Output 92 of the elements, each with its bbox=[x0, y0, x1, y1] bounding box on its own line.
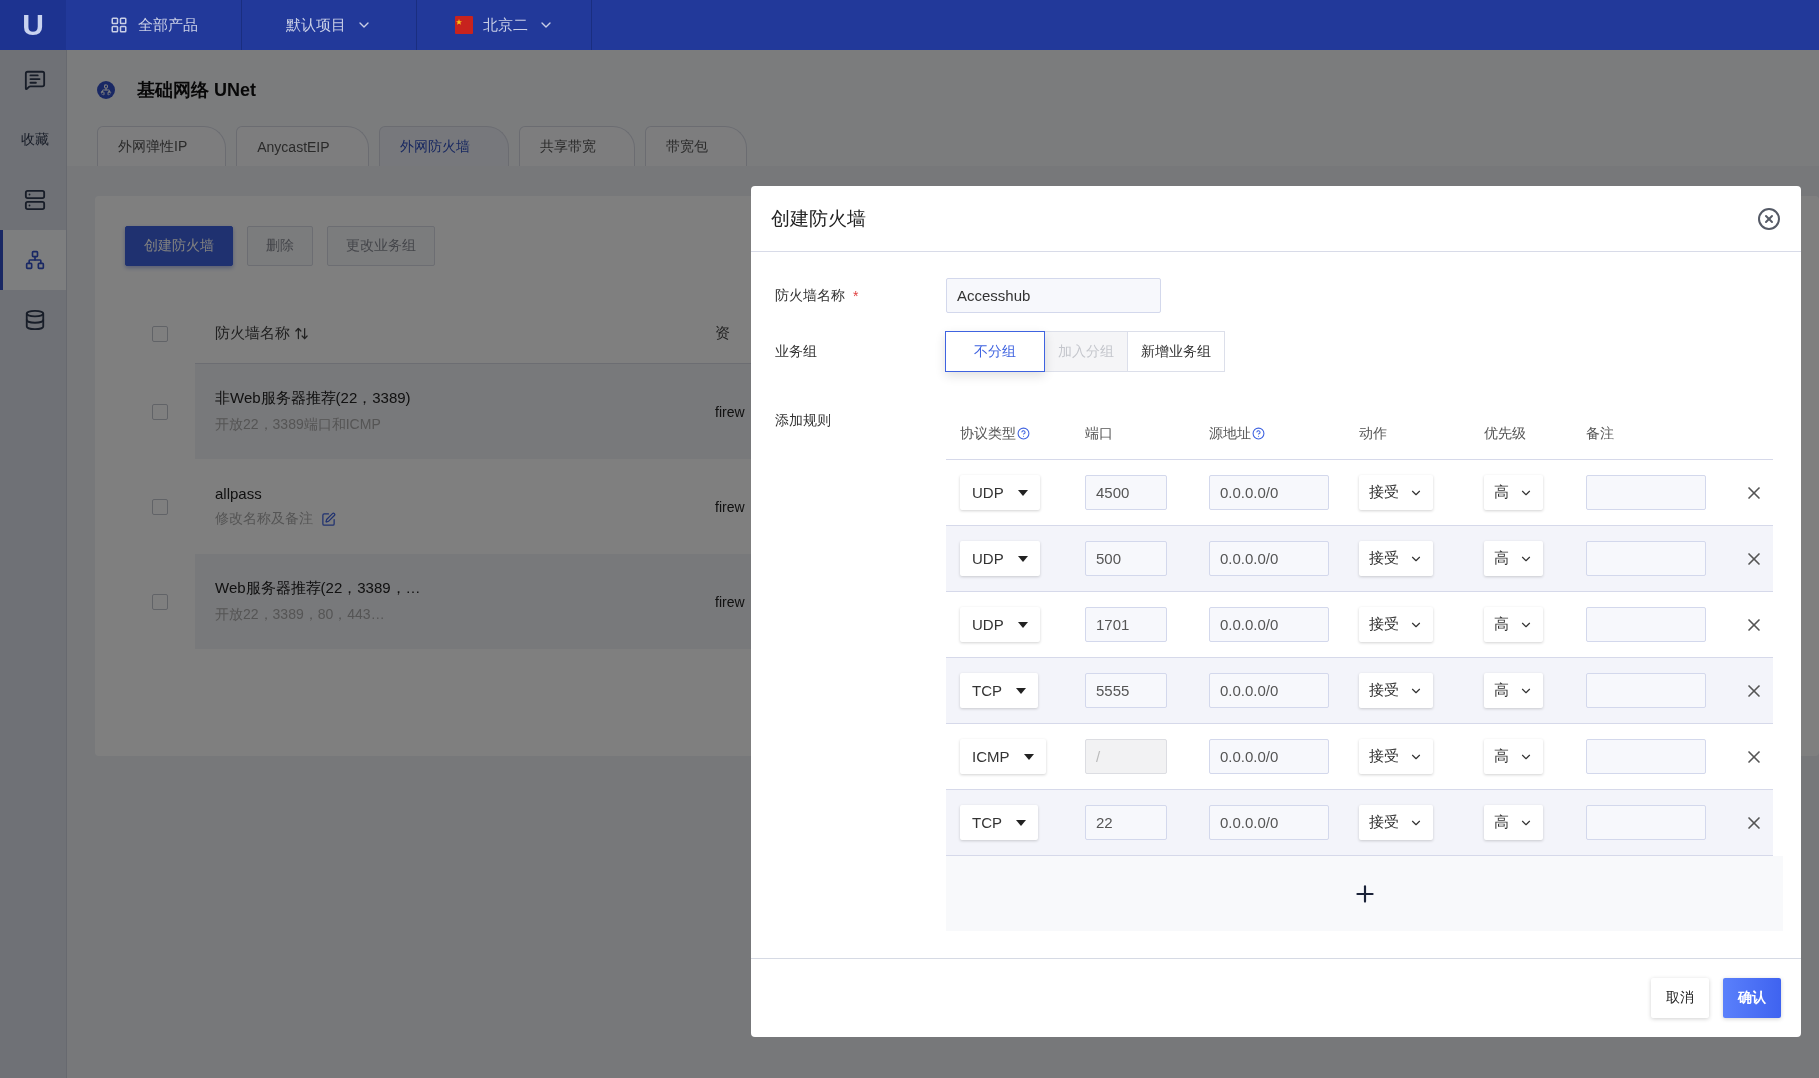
source-input[interactable]: 0.0.0.0/0 bbox=[1209, 805, 1329, 840]
caret-down-icon bbox=[1016, 687, 1026, 694]
network-icon bbox=[24, 250, 45, 270]
column-header: 资 bbox=[715, 324, 730, 343]
note-input[interactable] bbox=[1586, 475, 1706, 510]
help-icon[interactable] bbox=[1252, 427, 1265, 440]
priority-select[interactable]: 高 bbox=[1484, 673, 1543, 708]
firewall-name: 非Web服务器推荐(22，3389) bbox=[215, 389, 412, 408]
action-select[interactable]: 接受 bbox=[1359, 541, 1433, 576]
source-input[interactable]: 0.0.0.0/0 bbox=[1209, 607, 1329, 642]
column-header: 动作 bbox=[1359, 424, 1387, 443]
dialog-button[interactable]: 确认 bbox=[1723, 978, 1781, 1018]
protocol-select[interactable]: UDP bbox=[960, 475, 1040, 510]
column-header: 源地址 bbox=[1209, 424, 1251, 443]
protocol-select[interactable]: UDP bbox=[960, 607, 1040, 642]
field-label: 添加规则 bbox=[775, 411, 832, 430]
note-input[interactable] bbox=[1586, 805, 1706, 840]
tab[interactable]: 带宽包 bbox=[644, 126, 747, 166]
column-header: 优先级 bbox=[1484, 424, 1526, 443]
nav-label: 全部产品 bbox=[137, 15, 198, 35]
action-select[interactable]: 接受 bbox=[1359, 475, 1433, 510]
source-input[interactable]: 0.0.0.0/0 bbox=[1209, 541, 1329, 576]
action-select[interactable]: 接受 bbox=[1359, 739, 1433, 774]
action-select[interactable]: 接受 bbox=[1359, 805, 1433, 840]
note-input[interactable] bbox=[1586, 607, 1706, 642]
tab[interactable]: 外网弹性IP bbox=[97, 126, 227, 166]
priority-select[interactable]: 高 bbox=[1484, 475, 1543, 510]
logo[interactable]: U bbox=[0, 0, 66, 50]
checkbox[interactable] bbox=[152, 403, 168, 420]
protocol-select[interactable]: TCP bbox=[960, 673, 1038, 708]
caret-down-icon bbox=[1023, 753, 1034, 760]
column-header: 协议类型 bbox=[960, 424, 1016, 443]
protocol-select[interactable]: UDP bbox=[960, 541, 1040, 576]
port-input[interactable]: 4500 bbox=[1085, 475, 1167, 510]
priority-select[interactable]: 高 bbox=[1484, 739, 1543, 774]
table-cell: firew bbox=[715, 498, 745, 515]
caret-down-icon bbox=[1017, 555, 1028, 562]
column-header: 端口 bbox=[1085, 424, 1113, 443]
source-input[interactable]: 0.0.0.0/0 bbox=[1209, 739, 1329, 774]
priority-select[interactable]: 高 bbox=[1484, 541, 1543, 576]
checkbox[interactable] bbox=[152, 593, 168, 610]
table-cell: firew bbox=[715, 403, 745, 420]
protocol-select[interactable]: ICMP bbox=[960, 739, 1046, 774]
protocol-select[interactable]: TCP bbox=[960, 805, 1038, 840]
network-icon bbox=[97, 81, 115, 99]
flag-icon bbox=[454, 16, 473, 34]
field-label: 防火墙名称 bbox=[775, 286, 845, 305]
tab[interactable]: 共享带宽 bbox=[518, 126, 635, 166]
sidebar-item[interactable]: 收藏 bbox=[0, 110, 66, 170]
checkbox[interactable] bbox=[152, 325, 168, 342]
required-mark: * bbox=[853, 287, 859, 304]
edit-icon[interactable] bbox=[321, 511, 336, 527]
sort-icon[interactable] bbox=[294, 326, 309, 341]
priority-select[interactable]: 高 bbox=[1484, 805, 1543, 840]
caret-down-icon bbox=[1017, 621, 1028, 628]
priority-select[interactable]: 高 bbox=[1484, 607, 1543, 642]
server-list-icon bbox=[23, 189, 46, 211]
help-icon[interactable] bbox=[1017, 427, 1030, 440]
column-header: 备注 bbox=[1586, 424, 1614, 443]
action-select[interactable]: 接受 bbox=[1359, 673, 1433, 708]
note-input[interactable] bbox=[1586, 673, 1706, 708]
source-input[interactable]: 0.0.0.0/0 bbox=[1209, 475, 1329, 510]
name-input[interactable]: Accesshub bbox=[946, 278, 1161, 313]
caret-down-icon bbox=[1016, 819, 1026, 826]
firewall-name: allpass bbox=[215, 485, 263, 502]
firewall-name: Web服务器推荐(22，3389，… bbox=[215, 579, 422, 598]
column-header: 防火墙名称 bbox=[215, 324, 290, 343]
group-option[interactable]: 新增业务组 bbox=[1127, 331, 1225, 372]
nav-label: 默认项目 bbox=[286, 15, 346, 35]
grid-icon bbox=[109, 16, 128, 34]
tab[interactable]: AnycastEIP bbox=[236, 126, 369, 166]
port-input[interactable]: 22 bbox=[1085, 805, 1167, 840]
group-option[interactable]: 不分组 bbox=[945, 331, 1045, 372]
database-icon bbox=[23, 309, 46, 331]
action-select[interactable]: 接受 bbox=[1359, 607, 1433, 642]
table-cell: firew bbox=[715, 593, 745, 610]
port-input[interactable]: 5555 bbox=[1085, 673, 1167, 708]
checkbox[interactable] bbox=[152, 498, 168, 515]
sidebar-item[interactable] bbox=[0, 230, 66, 290]
source-input[interactable]: 0.0.0.0/0 bbox=[1209, 673, 1329, 708]
close-icon[interactable] bbox=[1757, 206, 1781, 231]
nav-label: 北京二 bbox=[482, 15, 528, 35]
field-label: 业务组 bbox=[775, 342, 817, 361]
note-input[interactable] bbox=[1586, 739, 1706, 774]
port-input[interactable]: 500 bbox=[1085, 541, 1167, 576]
message-icon bbox=[23, 69, 46, 91]
port-input[interactable]: 1701 bbox=[1085, 607, 1167, 642]
dialog-title: 创建防火墙 bbox=[771, 206, 866, 231]
caret-down-icon bbox=[1017, 489, 1028, 496]
note-input[interactable] bbox=[1586, 541, 1706, 576]
page-title: 基础网络 UNet bbox=[137, 79, 256, 102]
dialog-button[interactable]: 取消 bbox=[1651, 978, 1709, 1018]
